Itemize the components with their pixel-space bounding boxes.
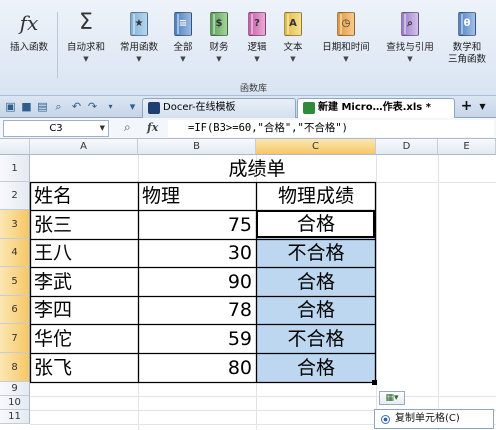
chevron-down-icon[interactable]: ▾ (104, 100, 117, 113)
chevron-down-icon: ▼ (290, 55, 296, 63)
cell-name[interactable]: 李四 (34, 296, 72, 324)
paste-options-button[interactable]: ▦▾ (379, 391, 405, 405)
cell-name[interactable]: 李武 (34, 268, 72, 296)
book-clock-icon: ◷ (337, 12, 355, 36)
book-money-icon: $ (210, 12, 228, 36)
cell-name[interactable]: 华佗 (34, 325, 72, 353)
cell-score[interactable]: 59 (138, 325, 252, 353)
tab-docer[interactable]: Docer-在线模板 (142, 98, 296, 118)
docer-icon (148, 102, 160, 114)
cell-name[interactable]: 张三 (34, 211, 72, 239)
chevron-down-icon: ▼ (407, 55, 413, 63)
book-question-icon: ? (248, 12, 266, 36)
tab-strip: ▣ ■ ▤ ⌕ ↶ ↷ ▾ ▾ Docer-在线模板 新建 Micro…作表.x… (0, 96, 496, 118)
text-button[interactable]: A 文本 ▼ (276, 10, 310, 80)
chevron-down-icon: ▼ (136, 55, 142, 63)
ribbon-separator (57, 12, 58, 78)
chevron-down-icon: ▼ (254, 55, 260, 63)
book-search-icon: ⌕ (401, 12, 419, 36)
spreadsheet-icon (303, 102, 315, 114)
common-functions-button[interactable]: ★ 常用函数 ▼ (114, 10, 164, 80)
cell-header-name[interactable]: 姓名 (34, 182, 72, 210)
cell-result[interactable]: 不合格 (256, 325, 376, 353)
lookup-reference-label: 查找与引用 (386, 42, 434, 53)
date-time-button[interactable]: ◷ 日期和时间 ▼ (316, 10, 376, 80)
cell-name[interactable]: 王八 (34, 239, 72, 267)
undo-icon[interactable]: ↶ (70, 100, 83, 113)
function-library-group-label: 函数库 (240, 84, 268, 94)
tab-workbook-label: 新建 Micro…作表.xls * (318, 102, 431, 113)
fill-handle[interactable] (372, 380, 377, 385)
chevron-down-icon: ▼ (343, 55, 349, 63)
open-folder-icon[interactable]: ▣ (4, 100, 17, 113)
print-preview-icon[interactable]: ⌕ (52, 100, 65, 113)
math-trig-label-2: 三角函数 (447, 54, 486, 65)
all-functions-button[interactable]: ≡ 全部 ▼ (166, 10, 200, 80)
formula-bar: C3 ▼ ⌕ fx =IF(B3>=60,"合格","不合格") (0, 118, 496, 139)
cell-score[interactable]: 78 (138, 296, 252, 324)
date-time-label: 日期和时间 (322, 42, 370, 53)
chevron-down-icon[interactable]: ▼ (476, 100, 489, 113)
magnifier-icon[interactable]: ⌕ (124, 120, 131, 135)
lookup-reference-button[interactable]: ⌕ 查找与引用 ▼ (380, 10, 440, 80)
print-icon[interactable]: ▤ (36, 100, 49, 113)
chevron-down-icon: ▼ (216, 55, 222, 63)
cell-result[interactable]: 不合格 (256, 239, 376, 267)
financial-button[interactable]: $ 财务 ▼ (202, 10, 236, 80)
name-box[interactable]: C3 ▼ (3, 120, 109, 137)
cell-score[interactable]: 90 (138, 268, 252, 296)
fx-icon: fx (19, 11, 39, 35)
cell-score[interactable]: 75 (138, 211, 252, 239)
tab-workbook[interactable]: 新建 Micro…作表.xls * (297, 98, 455, 118)
cell-result[interactable]: 合格 (256, 268, 376, 296)
math-trig-button[interactable]: θ 数学和 三角函数 (442, 10, 492, 80)
cell-name[interactable]: 张飞 (34, 354, 72, 382)
cell-header-physics[interactable]: 物理 (142, 182, 180, 210)
cell-score[interactable]: 80 (138, 354, 252, 382)
cell-header-result[interactable]: 物理成绩 (256, 182, 376, 210)
copy-cells-option[interactable]: 复制单元格(C) (395, 413, 460, 424)
add-tab-button[interactable]: + (460, 99, 473, 113)
chevron-down-icon: ▼ (180, 55, 186, 63)
cell-score[interactable]: 30 (138, 239, 252, 267)
save-icon[interactable]: ■ (20, 100, 33, 113)
paste-options-icon: ▦▾ (385, 393, 399, 403)
book-theta-icon: θ (458, 12, 476, 36)
spreadsheet-grid[interactable]: A B C D E 1 2 3 4 5 6 7 8 9 10 11 成绩单 姓名… (0, 139, 496, 430)
logical-label: 逻辑 (247, 42, 267, 53)
chevron-down-icon: ▼ (99, 124, 105, 132)
cell-result[interactable]: 合格 (256, 296, 376, 324)
tab-list-icon[interactable]: ▾ (126, 100, 139, 113)
cell-result[interactable]: 合格 (256, 210, 376, 238)
sigma-icon: Σ (79, 10, 93, 35)
radio-selected-icon (381, 415, 390, 424)
tab-docer-label: Docer-在线模板 (163, 102, 236, 113)
name-box-value: C3 (49, 123, 63, 134)
cell-result[interactable]: 合格 (256, 354, 376, 382)
all-functions-label: 全部 (173, 42, 193, 53)
book-star-icon: ★ (130, 12, 148, 36)
fx-icon[interactable]: fx (147, 121, 158, 134)
common-functions-label: 常用函数 (119, 42, 158, 53)
redo-icon[interactable]: ↷ (86, 100, 99, 113)
text-label: 文本 (283, 42, 303, 53)
insert-function-label: 插入函数 (9, 42, 48, 53)
ribbon: fx 插入函数 Σ 自动求和 ▼ ★ 常用函数 ▼ ≡ 全部 ▼ $ 财务 ▼ … (0, 0, 496, 96)
book-text-icon: A (284, 12, 302, 36)
autosum-label: 自动求和 (66, 42, 105, 53)
cell-title[interactable]: 成绩单 (138, 155, 376, 183)
insert-function-button[interactable]: fx 插入函数 (4, 10, 54, 80)
logical-button[interactable]: ? 逻辑 ▼ (240, 10, 274, 80)
book-blue-icon: ≡ (174, 12, 192, 36)
chevron-down-icon: ▼ (83, 55, 89, 63)
autosum-button[interactable]: Σ 自动求和 ▼ (60, 10, 112, 80)
paste-options-menu[interactable]: 复制单元格(C) (374, 409, 494, 429)
financial-label: 财务 (209, 42, 229, 53)
formula-input[interactable]: =IF(B3>=60,"合格","不合格") (168, 120, 494, 137)
math-trig-label: 数学和 (452, 42, 482, 53)
